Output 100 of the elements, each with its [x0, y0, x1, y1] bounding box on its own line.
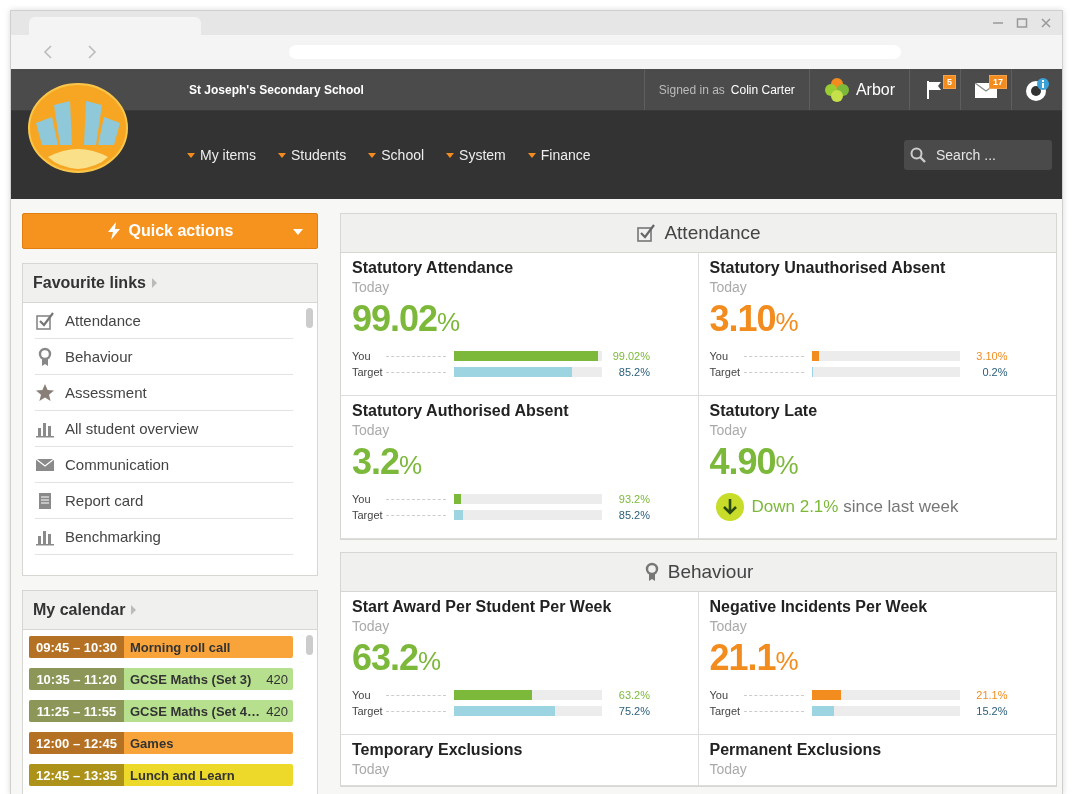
event-title: Games	[129, 735, 175, 751]
metric-value: 3.10%	[709, 297, 799, 341]
bar-label: You	[352, 350, 372, 362]
search-icon	[910, 147, 926, 163]
event-time: 10:35 – 11:20	[29, 668, 124, 690]
nav-menu[interactable]: Finance	[527, 147, 591, 163]
lightning-icon	[106, 222, 121, 240]
scrollbar-thumb[interactable]	[306, 635, 313, 655]
favourite-link[interactable]: Behaviour	[35, 339, 293, 375]
checkbox-icon	[35, 310, 55, 331]
metric-value: 99.02%	[352, 297, 461, 341]
signed-in-label: Signed in as	[658, 82, 725, 97]
metric-period: Today	[352, 279, 391, 295]
metric-title: Negative Incidents Per Week	[709, 598, 929, 616]
metric-period: Today	[709, 279, 748, 295]
brand-name: Arbor	[855, 80, 895, 99]
bar-label: Target	[352, 509, 384, 521]
metric-title: Permanent Exclusions	[709, 741, 883, 759]
favourite-link[interactable]: Benchmarking	[35, 519, 293, 555]
calendar-event[interactable]: 12:00 – 12:45 Games	[29, 732, 293, 754]
nav-menu[interactable]: School	[368, 147, 425, 163]
calendar-event[interactable]: 09:45 – 10:30 Morning roll call	[29, 636, 293, 658]
panel-title[interactable]: My calendar	[33, 601, 126, 619]
favourite-link[interactable]: Report card	[35, 483, 293, 519]
event-title: GCSE Maths (Set 3)	[129, 671, 253, 687]
metric-period: Today	[709, 618, 748, 634]
event-room: 420	[266, 703, 289, 719]
panel-title[interactable]: Favourite links	[33, 274, 146, 292]
metric-title: Start Award Per Student Per Week	[352, 598, 613, 616]
nav-menu[interactable]: Students	[278, 147, 347, 163]
bar-label: Target	[352, 366, 384, 378]
favourite-link[interactable]: Attendance	[35, 303, 293, 339]
star-icon	[35, 382, 55, 403]
event-room: 420	[266, 671, 289, 687]
metric-title: Temporary Exclusions	[352, 741, 524, 759]
close-icon[interactable]	[1040, 17, 1052, 29]
caret-icon	[293, 229, 303, 235]
search-field[interactable]: Search ...	[934, 146, 1038, 164]
bar-label: You	[352, 689, 372, 701]
school-name: St Joseph's Secondary School	[189, 82, 364, 97]
bar-reading: 63.2%	[617, 689, 650, 701]
back-icon[interactable]	[41, 44, 55, 60]
bar-reading: 99.02%	[611, 350, 650, 362]
metric-title: Statutory Authorised Absent	[352, 402, 570, 420]
checkbox-icon	[636, 223, 657, 243]
favourite-link[interactable]: All student overview	[35, 411, 293, 447]
metric-value: 4.90%	[709, 440, 799, 484]
bar-label: You	[352, 493, 372, 505]
mail-count-badge: 17	[989, 75, 1007, 89]
maximize-icon[interactable]	[1016, 17, 1028, 29]
bar-reading: 21.1%	[975, 689, 1008, 701]
award-icon	[643, 562, 660, 582]
caret-icon	[131, 605, 137, 615]
metric-period: Today	[352, 618, 391, 634]
metric-period: Today	[352, 761, 391, 777]
bar-label: Target	[709, 705, 742, 717]
scrollbar-thumb[interactable]	[306, 308, 313, 328]
bar-label: You	[709, 689, 730, 701]
nav-menu[interactable]: My items	[187, 147, 256, 163]
bar-label: Target	[709, 366, 742, 378]
metric-value: 3.2%	[352, 440, 423, 484]
event-title: GCSE Maths (Set 4…	[129, 703, 262, 719]
search-bar[interactable]: Search ...	[904, 140, 1052, 170]
clover-logo-icon	[823, 76, 850, 103]
metric-period: Today	[709, 761, 748, 777]
bar-reading: 93.2%	[617, 493, 650, 505]
metric-title: Statutory Unauthorised Absent	[709, 259, 947, 277]
nav-menu[interactable]: System	[446, 147, 506, 163]
caret-icon	[151, 278, 157, 288]
bar-reading: 3.10%	[975, 350, 1008, 362]
favourite-link[interactable]: Assessment	[35, 375, 293, 411]
flag-count-badge: 5	[943, 75, 956, 89]
event-time: 12:00 – 12:45	[29, 732, 124, 754]
favourite-link[interactable]: Communication	[35, 447, 293, 483]
forward-icon[interactable]	[85, 44, 99, 60]
bar-reading: 85.2%	[617, 366, 650, 378]
flag-icon	[926, 79, 944, 100]
bar-reading: 0.2%	[981, 366, 1008, 378]
bar-label: You	[709, 350, 730, 362]
calendar-event[interactable]: 12:45 – 13:35 Lunch and Learn	[29, 764, 293, 786]
bar-reading: 75.2%	[617, 705, 650, 717]
event-time: 11:25 – 11:55	[29, 700, 124, 722]
event-time: 12:45 – 13:35	[29, 764, 124, 786]
metric-period: Today	[352, 422, 391, 438]
metric-value: 63.2%	[352, 636, 442, 680]
metric-title: Statutory Attendance	[352, 259, 515, 277]
user-name[interactable]: Colin Carter	[730, 82, 795, 97]
event-time: 09:45 – 10:30	[29, 636, 124, 658]
calendar-event[interactable]: 10:35 – 11:20 GCSE Maths (Set 3) 420	[29, 668, 293, 690]
calendar-event[interactable]: 11:25 – 11:55 GCSE Maths (Set 4… 420	[29, 700, 293, 722]
bar-label: Target	[352, 705, 384, 717]
lifebuoy-info-icon	[1024, 76, 1050, 103]
section-title: Behaviour	[667, 561, 754, 583]
bar-reading: 15.2%	[975, 705, 1008, 717]
event-title: Morning roll call	[129, 639, 232, 655]
trend-text: Down 2.1% since last week	[751, 497, 959, 517]
bar-reading: 85.2%	[617, 509, 650, 521]
metric-value: 21.1%	[709, 636, 799, 680]
metric-period: Today	[709, 422, 748, 438]
section-title: Attendance	[664, 222, 761, 244]
